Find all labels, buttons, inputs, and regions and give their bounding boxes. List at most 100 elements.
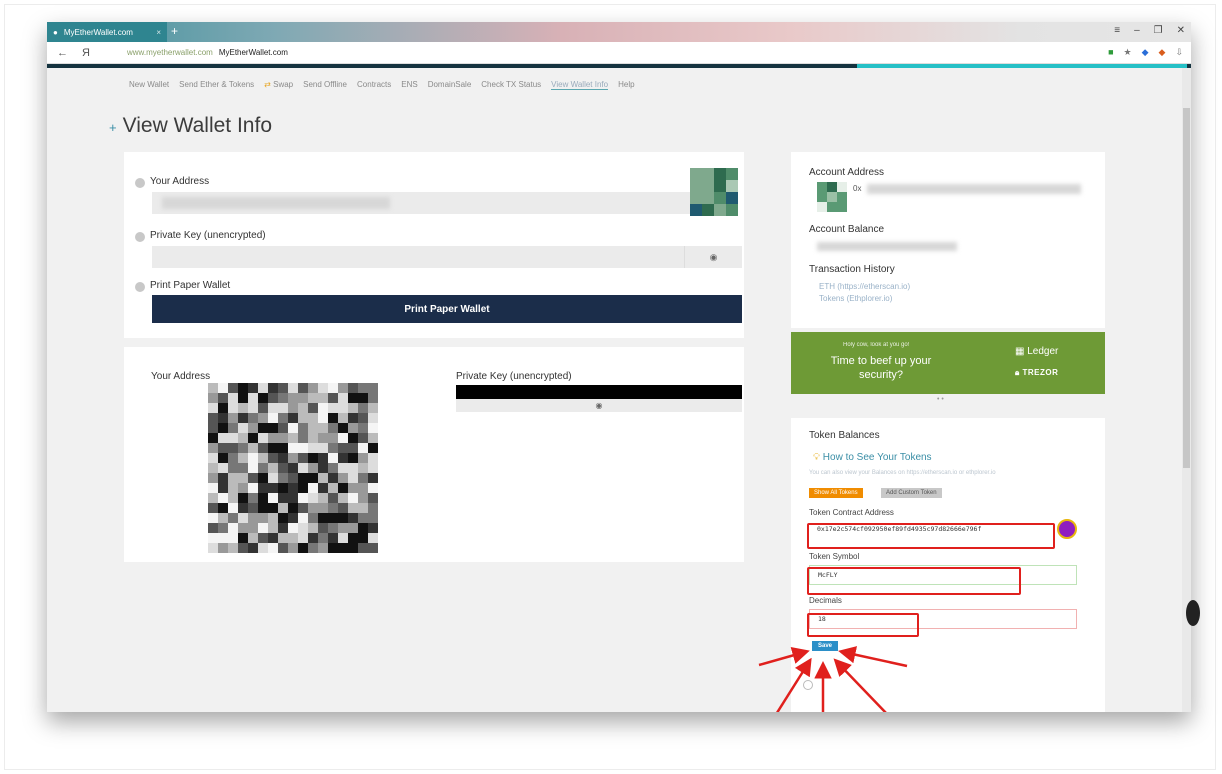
ethplorer-link[interactable]: Tokens (Ethplorer.io) (819, 294, 892, 303)
promo-small-text: Holy cow, look at you go! (843, 342, 910, 348)
pixel-cell (338, 433, 348, 443)
nav-item-view-wallet-info[interactable]: View Wallet Info (551, 80, 609, 90)
extension-green-icon[interactable]: ■ (1108, 47, 1113, 58)
pixel-cell (268, 503, 278, 513)
pixel-cell (248, 413, 258, 423)
yandex-icon[interactable]: Я (82, 47, 90, 59)
decimals-label: Decimals (809, 596, 842, 605)
pixel-cell (248, 533, 258, 543)
pixel-cell (358, 463, 368, 473)
extension-orange-icon[interactable]: ◆ (1159, 47, 1166, 58)
pixel-cell (348, 383, 358, 393)
browser-tab[interactable]: ● MyEtherWallet.com × (47, 22, 167, 42)
tab-close-icon[interactable]: × (156, 28, 161, 37)
print-paper-wallet-button[interactable]: Print Paper Wallet (152, 295, 742, 323)
restore-icon[interactable]: ❐ (1154, 25, 1163, 36)
pixel-cell (228, 403, 238, 413)
bookmark-star-icon[interactable]: ★ (1124, 47, 1132, 58)
browser-menu-icon[interactable]: ≡ (1114, 25, 1120, 36)
add-custom-token-button[interactable]: Add Custom Token (881, 488, 942, 498)
pixel-cell (368, 483, 378, 493)
pixel-cell (338, 513, 348, 523)
pixel-cell (328, 433, 338, 443)
url-text[interactable]: www.myetherwallet.com (127, 48, 213, 57)
pixel-cell (358, 413, 368, 423)
nav-item-check-tx[interactable]: Check TX Status (481, 80, 541, 90)
pixel-cell (278, 443, 288, 453)
nav-item-domainsale[interactable]: DomainSale (428, 80, 472, 90)
pixel-cell (298, 513, 308, 523)
account-address-redacted (867, 184, 1081, 194)
security-promo-banner[interactable]: Holy cow, look at you go! Time to beef u… (791, 332, 1105, 394)
private-key-field[interactable] (152, 246, 742, 268)
back-icon[interactable]: ← (57, 47, 68, 59)
pixel-cell (208, 403, 218, 413)
download-icon[interactable]: ⇩ (1175, 47, 1183, 58)
pixel-cell (218, 463, 228, 473)
private-key-label: Private Key (unencrypted) (150, 230, 266, 241)
highlight-token-symbol (807, 567, 1021, 595)
pixel-cell (348, 523, 358, 533)
carousel-dots[interactable]: • • (937, 396, 944, 403)
pixel-cell (248, 423, 258, 433)
help-icon (135, 282, 145, 292)
minimize-icon[interactable]: – (1134, 25, 1140, 36)
floating-widget-icon[interactable] (1186, 600, 1200, 626)
paper-eye-icon[interactable]: ◉ (456, 399, 742, 412)
show-all-tokens-button[interactable]: Show All Tokens (809, 488, 863, 498)
pixel-cell (238, 533, 248, 543)
nav-item-send[interactable]: Send Ether & Tokens (179, 80, 254, 90)
pixel-cell (298, 483, 308, 493)
pixel-cell (208, 413, 218, 423)
pixel-cell (308, 543, 318, 553)
pixel-cell (338, 503, 348, 513)
pixel-cell (218, 493, 228, 503)
paper-private-key-label: Private Key (unencrypted) (456, 371, 572, 382)
extension-blue-icon[interactable]: ◆ (1142, 47, 1149, 58)
nav-item-swap[interactable]: ⇄ Swap (264, 80, 293, 90)
pixel-cell (690, 192, 702, 204)
pixel-cell (228, 503, 238, 513)
pixel-cell (248, 523, 258, 533)
pixel-cell (308, 383, 318, 393)
pixel-cell (368, 503, 378, 513)
nav-item-send-offline[interactable]: Send Offline (303, 80, 347, 90)
nav-item-help[interactable]: Help (618, 80, 634, 90)
pixel-cell (228, 393, 238, 403)
pixel-cell (368, 493, 378, 503)
show-key-eye-icon[interactable]: ◉ (684, 246, 742, 268)
pixel-cell (358, 533, 368, 543)
how-to-see-tokens-link[interactable]: 💡︎ How to See Your Tokens (813, 452, 932, 463)
pixel-cell (258, 473, 268, 483)
pixel-cell (298, 413, 308, 423)
pixel-cell (308, 483, 318, 493)
pixel-cell (268, 413, 278, 423)
pixel-cell (258, 483, 268, 493)
private-key-redacted-bar (456, 385, 742, 399)
ledger-text: Ledger (1027, 346, 1059, 357)
pixel-cell (348, 543, 358, 553)
account-address-label: Account Address (809, 167, 885, 178)
pixel-cell (338, 533, 348, 543)
pixel-cell (238, 453, 248, 463)
pixel-cell (248, 483, 258, 493)
pixel-cell (278, 383, 288, 393)
account-balance-redacted (817, 242, 957, 251)
pixel-cell (288, 423, 298, 433)
new-tab-button[interactable]: + (171, 24, 178, 38)
nav-item-ens[interactable]: ENS (401, 80, 417, 90)
nav-item-new-wallet[interactable]: New Wallet (129, 80, 169, 90)
scrollbar-thumb[interactable] (1183, 108, 1190, 468)
pixel-cell (268, 393, 278, 403)
pixel-cell (288, 523, 298, 533)
pixel-cell (328, 533, 338, 543)
pixel-cell (268, 543, 278, 553)
pixel-cell (308, 473, 318, 483)
pixel-cell (358, 503, 368, 513)
token-balances-title: Token Balances (809, 430, 880, 441)
pixel-cell (298, 533, 308, 543)
nav-item-contracts[interactable]: Contracts (357, 80, 391, 90)
pixel-cell (218, 483, 228, 493)
etherscan-link[interactable]: ETH (https://etherscan.io) (819, 282, 910, 291)
close-window-icon[interactable]: ✕ (1177, 25, 1185, 36)
